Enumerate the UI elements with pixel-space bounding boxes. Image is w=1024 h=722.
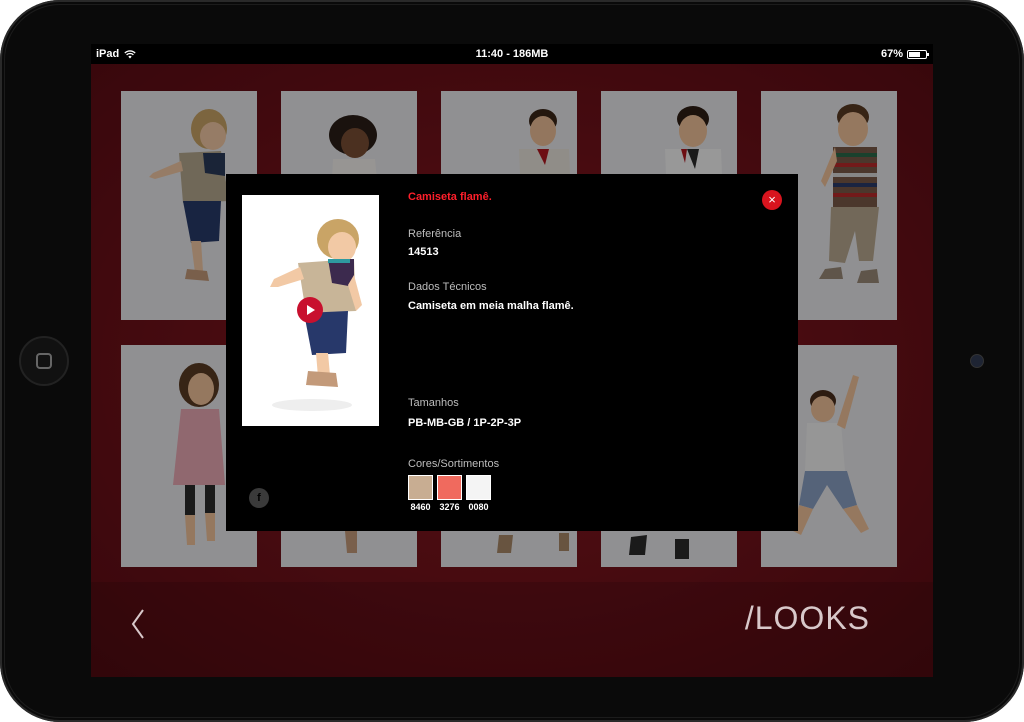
- tech-label: Dados Técnicos: [408, 281, 487, 293]
- reference-value: 14513: [408, 246, 439, 258]
- product-photo[interactable]: [242, 195, 379, 426]
- swatch-color: [466, 475, 491, 500]
- colors-label: Cores/Sortimentos: [408, 458, 500, 470]
- color-swatch[interactable]: 0080: [466, 475, 491, 512]
- status-time: 11:40 - 186MB: [475, 48, 549, 60]
- home-button[interactable]: [19, 336, 69, 386]
- reference-label: Referência: [408, 228, 462, 240]
- section-title: /LOOKS: [744, 600, 870, 636]
- home-square-icon: [36, 353, 52, 369]
- screen: iPad 11:40 - 186MB 67% /LOOKS f × Camise…: [91, 44, 933, 677]
- swatch-color: [437, 475, 462, 500]
- color-swatches: 8460 3276 0080: [408, 475, 491, 512]
- facebook-icon[interactable]: f: [249, 488, 269, 508]
- battery-percent: 67%: [880, 48, 903, 60]
- swatch-color: [408, 475, 433, 500]
- ipad-frame: iPad 11:40 - 186MB 67% /LOOKS f × Camise…: [0, 0, 1024, 722]
- close-icon[interactable]: ×: [762, 190, 782, 210]
- product-title: Camiseta flamê.: [408, 191, 492, 203]
- sizes-label: Tamanhos: [408, 397, 459, 409]
- color-swatch[interactable]: 3276: [437, 475, 462, 512]
- chevron-left-icon[interactable]: [127, 604, 151, 644]
- color-swatch[interactable]: 8460: [408, 475, 433, 512]
- camera-lens: [970, 354, 984, 368]
- sizes-value: PB-MB-GB / 1P-2P-3P: [408, 417, 522, 429]
- battery-icon: [907, 49, 929, 59]
- swatch-code: 3276: [439, 502, 460, 512]
- play-icon[interactable]: [297, 297, 323, 323]
- catalog-app: /LOOKS f × Camiseta flamê. Referência 14…: [91, 64, 933, 677]
- status-bar: iPad 11:40 - 186MB 67%: [91, 44, 933, 64]
- swatch-code: 0080: [468, 502, 489, 512]
- tech-value: Camiseta em meia malha flamê.: [408, 300, 574, 312]
- product-detail-modal: f × Camiseta flamê. Referência 14513 Dad…: [226, 174, 798, 531]
- swatch-code: 8460: [410, 502, 431, 512]
